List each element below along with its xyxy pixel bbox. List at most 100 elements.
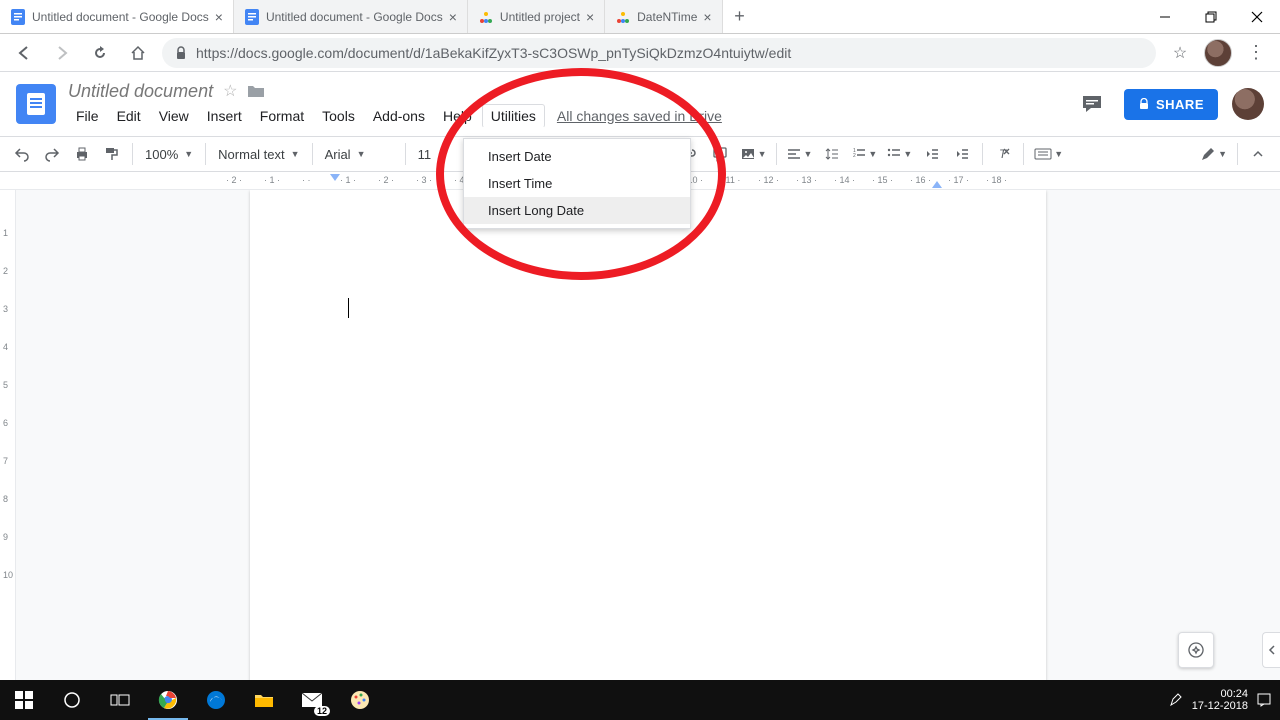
- document-title[interactable]: Untitled document: [68, 81, 213, 102]
- taskbar-mail[interactable]: 12: [288, 680, 336, 720]
- paint-format-button[interactable]: [98, 140, 126, 168]
- docs-logo-icon[interactable]: [16, 84, 56, 124]
- apps-script-favicon-icon: [478, 9, 494, 25]
- tab-close-icon[interactable]: ×: [449, 9, 457, 25]
- tab-title: Untitled document - Google Docs: [32, 10, 209, 24]
- tab-close-icon[interactable]: ×: [586, 9, 594, 25]
- undo-button[interactable]: [8, 140, 36, 168]
- increase-indent-button[interactable]: [948, 140, 976, 168]
- redo-button[interactable]: [38, 140, 66, 168]
- chrome-menu-button[interactable]: ⋮: [1242, 39, 1270, 67]
- menu-format[interactable]: Format: [252, 105, 312, 127]
- collapse-toolbar-button[interactable]: [1244, 140, 1272, 168]
- account-avatar[interactable]: [1232, 88, 1264, 120]
- browser-tab-1[interactable]: Untitled document - Google Docs ×: [234, 0, 468, 33]
- star-document-icon[interactable]: ☆: [223, 81, 237, 101]
- chevron-down-icon: ▼: [758, 149, 767, 159]
- mail-badge: 12: [314, 706, 330, 716]
- comments-icon[interactable]: [1074, 86, 1110, 122]
- document-page[interactable]: [250, 190, 1046, 680]
- window-close-button[interactable]: [1234, 0, 1280, 33]
- back-button[interactable]: [10, 39, 38, 67]
- tab-title: DateNTime: [637, 10, 697, 24]
- vertical-ruler[interactable]: 12345678910: [0, 190, 16, 680]
- chevron-down-icon: ▼: [357, 149, 366, 159]
- font-select[interactable]: Arial ▼: [319, 140, 399, 168]
- cortana-button[interactable]: [48, 680, 96, 720]
- menu-addons[interactable]: Add-ons: [365, 105, 433, 127]
- input-tools-button[interactable]: ▼: [1030, 140, 1067, 168]
- action-center-icon[interactable]: [1256, 692, 1272, 708]
- side-panel-toggle[interactable]: [1262, 632, 1280, 668]
- menu-tools[interactable]: Tools: [314, 105, 363, 127]
- decrease-indent-button[interactable]: [918, 140, 946, 168]
- browser-tab-2[interactable]: Untitled project ×: [468, 0, 605, 33]
- editing-mode-button[interactable]: ▼: [1196, 140, 1231, 168]
- share-button[interactable]: SHARE: [1124, 89, 1218, 120]
- taskbar-file-explorer[interactable]: [240, 680, 288, 720]
- bookmark-star-icon[interactable]: ☆: [1166, 39, 1194, 67]
- tray-date: 17-12-2018: [1192, 700, 1248, 712]
- system-tray[interactable]: 00:24 17-12-2018: [1168, 688, 1280, 712]
- insert-comment-button[interactable]: +: [706, 140, 734, 168]
- tab-close-icon[interactable]: ×: [215, 9, 223, 25]
- dropdown-item-insert-long-date[interactable]: Insert Long Date: [464, 197, 690, 224]
- new-tab-button[interactable]: +: [723, 0, 757, 33]
- bulleted-list-button[interactable]: ▼: [883, 140, 916, 168]
- address-bar[interactable]: https://docs.google.com/document/d/1aBek…: [162, 38, 1156, 68]
- document-canvas[interactable]: [16, 190, 1280, 680]
- taskbar-paint[interactable]: [336, 680, 384, 720]
- tab-title: Untitled project: [500, 10, 580, 24]
- menu-utilities[interactable]: Utilities: [482, 104, 545, 128]
- tray-time: 00:24: [1192, 688, 1248, 700]
- window-restore-button[interactable]: [1188, 0, 1234, 33]
- lock-icon: [1138, 98, 1150, 110]
- menu-file[interactable]: File: [68, 105, 107, 127]
- chevron-down-icon: ▼: [868, 149, 877, 159]
- windows-taskbar: 12 00:24 17-12-2018: [0, 680, 1280, 720]
- save-status[interactable]: All changes saved in Drive: [557, 108, 722, 124]
- browser-tabs: Untitled document - Google Docs × Untitl…: [0, 0, 1142, 33]
- align-button[interactable]: ▼: [783, 140, 816, 168]
- dropdown-item-insert-time[interactable]: Insert Time: [464, 170, 690, 197]
- menu-view[interactable]: View: [151, 105, 197, 127]
- chevron-down-icon: ▼: [903, 149, 912, 159]
- lock-icon: [174, 46, 188, 60]
- zoom-select[interactable]: 100% ▼: [139, 140, 199, 168]
- browser-tab-3[interactable]: DateNTime ×: [605, 0, 722, 33]
- reload-button[interactable]: [86, 39, 114, 67]
- task-view-button[interactable]: [96, 680, 144, 720]
- line-spacing-button[interactable]: [818, 140, 846, 168]
- move-folder-icon[interactable]: [247, 83, 265, 99]
- menu-help[interactable]: Help: [435, 105, 480, 127]
- browser-tab-0[interactable]: Untitled document - Google Docs ×: [0, 0, 234, 33]
- tab-title: Untitled document - Google Docs: [266, 10, 443, 24]
- insert-image-button[interactable]: ▼: [736, 140, 771, 168]
- clear-formatting-button[interactable]: T: [989, 140, 1017, 168]
- menubar: File Edit View Insert Format Tools Add-o…: [68, 104, 722, 128]
- menu-edit[interactable]: Edit: [109, 105, 149, 127]
- menu-insert[interactable]: Insert: [199, 105, 250, 127]
- taskbar-chrome[interactable]: [144, 680, 192, 720]
- font-value: Arial: [325, 147, 351, 162]
- forward-button[interactable]: [48, 39, 76, 67]
- window-minimize-button[interactable]: [1142, 0, 1188, 33]
- pen-tray-icon[interactable]: [1168, 692, 1184, 708]
- home-button[interactable]: [124, 39, 152, 67]
- font-size-input[interactable]: 11: [412, 140, 442, 168]
- chevron-down-icon: ▼: [291, 149, 300, 159]
- paragraph-style-select[interactable]: Normal text▼: [212, 140, 305, 168]
- numbered-list-button[interactable]: 12▼: [848, 140, 881, 168]
- chevron-down-icon: ▼: [1218, 149, 1227, 159]
- docs-favicon-icon: [10, 9, 26, 25]
- taskbar-edge[interactable]: [192, 680, 240, 720]
- print-button[interactable]: [68, 140, 96, 168]
- dropdown-item-insert-date[interactable]: Insert Date: [464, 143, 690, 170]
- start-button[interactable]: [0, 680, 48, 720]
- profile-avatar[interactable]: [1204, 39, 1232, 67]
- browser-toolbar: https://docs.google.com/document/d/1aBek…: [0, 34, 1280, 72]
- explore-button[interactable]: [1178, 632, 1214, 668]
- tab-close-icon[interactable]: ×: [703, 9, 711, 25]
- zoom-value: 100%: [145, 147, 178, 162]
- chevron-down-icon: ▼: [184, 149, 193, 159]
